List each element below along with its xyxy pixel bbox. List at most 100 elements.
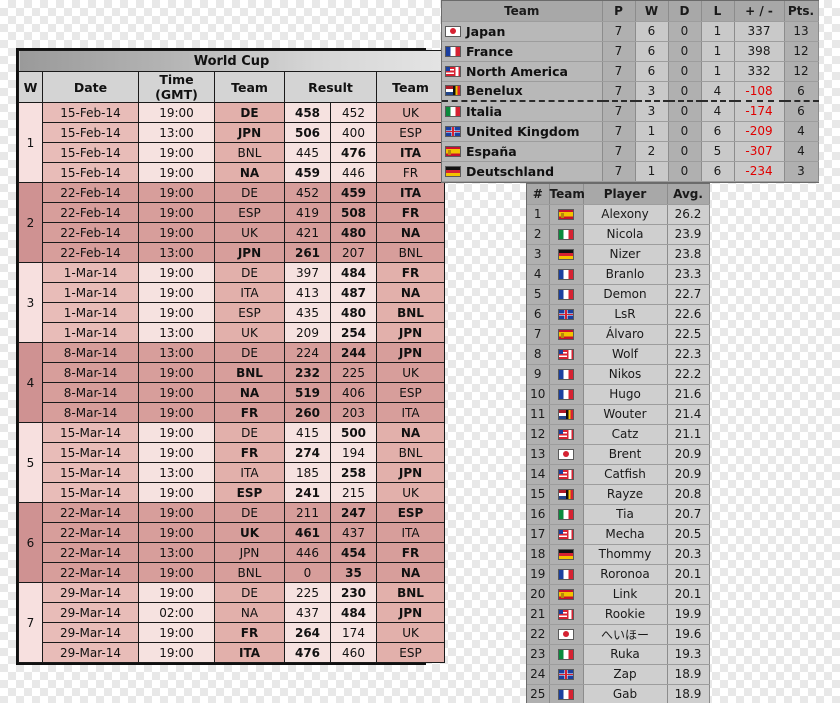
match-date: 15-Mar-14	[42, 482, 139, 503]
match-date: 8-Mar-14	[42, 382, 139, 403]
flag-icon-fr	[558, 388, 574, 400]
match-date: 1-Mar-14	[42, 322, 139, 343]
standings-drawn: 0	[668, 141, 702, 162]
standings-column-header[interactable]: Pts.	[784, 1, 819, 22]
away-score: 476	[330, 142, 377, 163]
match-time: 19:00	[138, 282, 215, 303]
match-date: 22-Mar-14	[42, 562, 139, 583]
player-name: Catz	[583, 424, 668, 445]
match-time: 19:00	[138, 622, 215, 643]
home-team: FR	[214, 622, 285, 643]
away-team: NA	[375, 282, 446, 303]
standings-team-cell: Japan	[442, 21, 603, 42]
player-name: LsR	[583, 304, 668, 325]
player-team-flag-cell	[549, 304, 584, 325]
player-team-flag-cell	[549, 544, 584, 565]
match-row: 1-Mar-14 19:00 ESP 435 480 BNL	[19, 302, 446, 323]
away-score: 215	[330, 482, 377, 503]
standings-column-header[interactable]: L	[701, 1, 735, 22]
match-date: 22-Mar-14	[42, 522, 139, 543]
away-team: FR	[375, 202, 446, 223]
flag-icon-bnl	[445, 85, 461, 97]
home-score: 461	[284, 522, 331, 543]
match-time: 19:00	[138, 482, 215, 503]
standings-column-header[interactable]: D	[668, 1, 702, 22]
standings-row: Benelux 7 3 0 4 -108 6	[442, 81, 819, 102]
player-average: 23.8	[667, 244, 710, 265]
player-team-flag-cell	[549, 524, 584, 545]
player-row: 19 Roronoa 20.1	[527, 564, 710, 585]
standings-lost: 6	[701, 161, 735, 182]
flag-icon-jp	[445, 25, 461, 37]
flag-icon-na	[558, 348, 574, 360]
player-team-flag-cell	[549, 284, 584, 305]
standings-column-header[interactable]: Team	[442, 1, 603, 22]
standings-row: France 7 6 0 1 398 12	[442, 41, 819, 62]
standings-won: 1	[635, 121, 669, 142]
away-score: 480	[330, 222, 377, 243]
standings-row: Italia 7 3 0 4 -174 6	[442, 101, 819, 122]
world-cup-table: World Cup W Date Time (GMT) Team Result Team 1 1…	[16, 48, 446, 665]
player-rank: 23	[527, 644, 550, 665]
away-score: 230	[330, 582, 377, 603]
away-team: FR	[375, 162, 446, 183]
away-score: 452	[330, 102, 377, 123]
flag-icon-de	[445, 165, 461, 177]
player-team-flag-cell	[549, 584, 584, 605]
flag-cell-inner	[550, 588, 583, 600]
standings-drawn: 0	[668, 61, 702, 82]
match-date: 15-Feb-14	[42, 102, 139, 123]
player-name: Nizer	[583, 244, 668, 265]
home-score: 506	[284, 122, 331, 143]
player-name: Brent	[583, 444, 668, 465]
players-column-header[interactable]: Player	[583, 184, 668, 205]
match-row: 6 22-Mar-14 19:00 DE 211 247 ESP	[18, 502, 446, 583]
player-team-flag-cell	[549, 244, 584, 265]
flag-icon-na-canada-half	[567, 529, 573, 539]
standings-lost: 1	[701, 21, 735, 42]
away-score: 400	[330, 122, 377, 143]
standings-row: Japan 7 6 0 1 337 13	[442, 21, 819, 42]
player-row: 13 Brent 20.9	[527, 444, 710, 465]
home-score: 211	[284, 502, 331, 523]
standings-goal-diff: -234	[734, 161, 785, 182]
flag-cell-inner	[550, 688, 583, 700]
home-score: 437	[284, 602, 331, 623]
team-cell-inner: North America	[442, 64, 602, 79]
flag-cell-inner	[550, 428, 583, 440]
away-score: 508	[330, 202, 377, 223]
standings-column-header[interactable]: W	[635, 1, 669, 22]
week-number: 7	[18, 582, 43, 663]
away-score: 437	[330, 522, 377, 543]
players-column-header[interactable]: Avg.	[667, 184, 710, 205]
players-column-header[interactable]: #	[527, 184, 550, 205]
match-row: 15-Feb-14 19:00 NA 459 446 FR	[19, 162, 446, 183]
away-score: 446	[330, 162, 377, 183]
standings-points: 4	[784, 121, 819, 142]
home-team: ITA	[214, 462, 285, 483]
away-team: JPN	[375, 322, 446, 343]
home-score: 421	[284, 222, 331, 243]
standings-column-header[interactable]: + / -	[734, 1, 785, 22]
player-name: Wolf	[583, 344, 668, 365]
home-team: DE	[214, 102, 285, 123]
standings-team-name: United Kingdom	[466, 123, 580, 139]
team-cell-inner: Benelux	[442, 83, 602, 98]
home-score: 0	[284, 562, 331, 583]
player-name: Rookie	[583, 604, 668, 625]
player-rank: 5	[527, 284, 550, 305]
match-date: 15-Mar-14	[42, 462, 139, 483]
home-team: DE	[214, 502, 285, 523]
players-column-header[interactable]: Team	[549, 184, 585, 205]
home-score: 225	[284, 582, 331, 603]
standings-column-header[interactable]: P	[602, 1, 636, 22]
away-score: 225	[330, 362, 377, 383]
standings-goal-diff: -108	[734, 81, 785, 102]
player-rank: 21	[527, 604, 550, 625]
home-score: 232	[284, 362, 331, 383]
home-score: 459	[284, 162, 331, 183]
flag-icon-de	[558, 248, 574, 260]
match-row: 1-Mar-14 19:00 ITA 413 487 NA	[19, 282, 446, 303]
flag-icon-bnl	[558, 408, 574, 420]
player-rank: 20	[527, 584, 550, 605]
